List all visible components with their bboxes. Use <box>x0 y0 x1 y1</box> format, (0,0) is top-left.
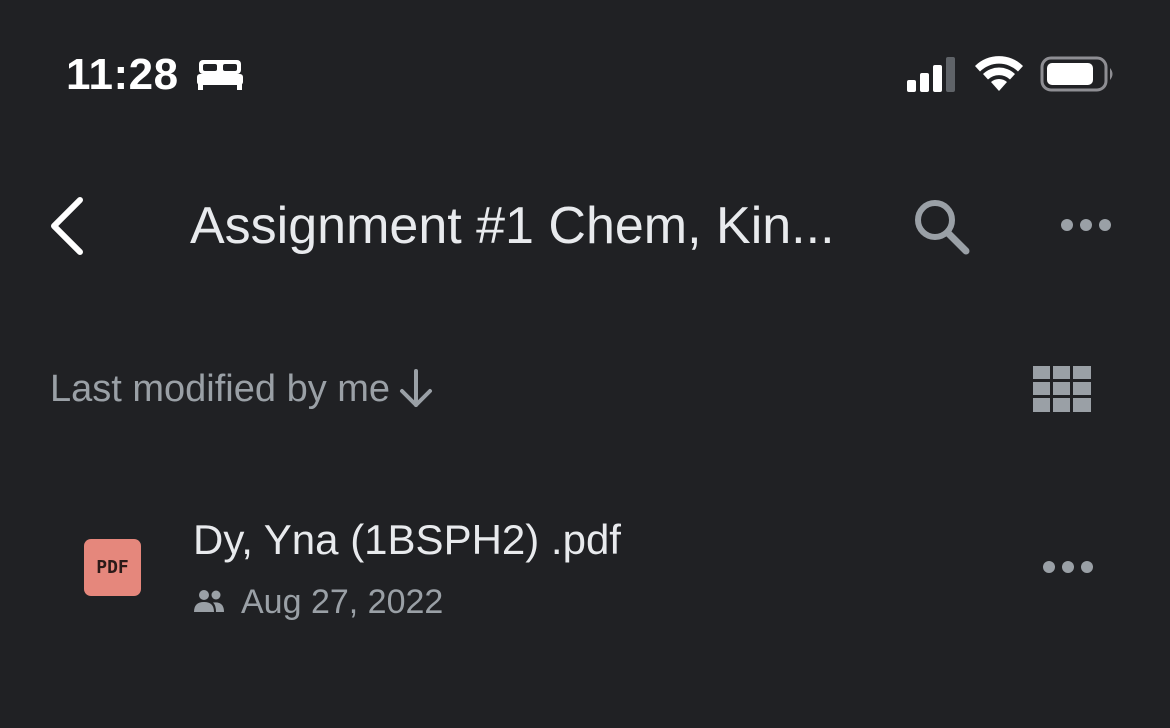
wifi-icon <box>975 56 1023 91</box>
file-more-icon[interactable] <box>1040 556 1096 578</box>
sleep-icon <box>197 60 243 90</box>
back-icon[interactable] <box>44 194 92 258</box>
arrow-down-icon <box>400 369 433 407</box>
file-list-item[interactable]: PDF Dy, Yna (1BSPH2) .pdf Aug 27, 2022 <box>0 500 1170 640</box>
sort-label: Last modified by me <box>50 368 391 410</box>
search-icon[interactable] <box>910 196 972 256</box>
file-modified-date: Aug 27, 2022 <box>241 583 444 621</box>
signal-icon <box>907 57 955 92</box>
file-name: Dy, Yna (1BSPH2) .pdf <box>193 516 621 563</box>
sort-control[interactable]: Last modified by me <box>50 364 436 414</box>
people-icon <box>194 590 224 612</box>
pdf-file-icon: PDF <box>84 539 141 596</box>
more-icon[interactable] <box>1058 214 1114 236</box>
pdf-badge-label: PDF <box>96 557 129 578</box>
grid-view-icon[interactable] <box>1033 366 1091 412</box>
battery-icon <box>1040 56 1113 92</box>
status-time: 11:28 <box>66 50 179 99</box>
drive-folder-screen: 11:28 Assignment #1 Chem, Kin... Last mo… <box>0 0 1170 728</box>
folder-title: Assignment #1 Chem, Kin... <box>190 197 835 255</box>
